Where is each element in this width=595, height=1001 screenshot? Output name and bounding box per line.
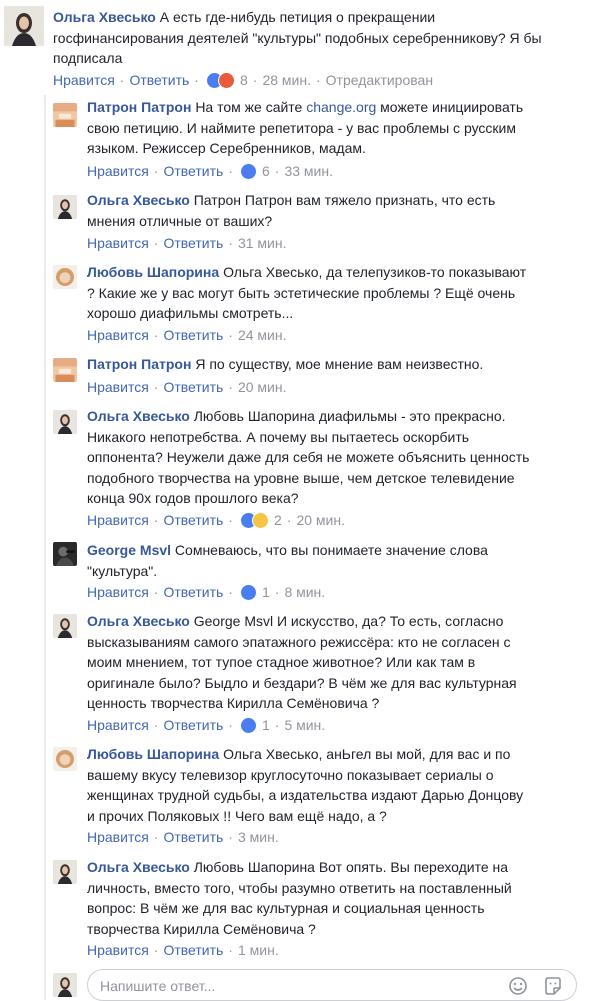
reactions[interactable]: 1 xyxy=(239,716,270,734)
emoji-icon[interactable] xyxy=(508,976,528,996)
reply-link[interactable]: Ответить xyxy=(163,717,223,733)
reply-composer[interactable] xyxy=(87,969,577,1001)
comment-text: Ольга Хвесько А есть где-нибудь петиция … xyxy=(53,9,542,66)
thread-line xyxy=(44,95,46,1000)
main-comment: Ольга Хвесько А есть где-нибудь петиция … xyxy=(0,0,595,95)
comment-author[interactable]: Любовь Шапорина xyxy=(87,746,219,762)
reply-link[interactable]: Ответить xyxy=(163,163,223,179)
timestamp[interactable]: 20 мин. xyxy=(238,379,287,395)
sticker-icon[interactable] xyxy=(543,976,563,996)
like-link[interactable]: Нравится xyxy=(87,717,149,733)
comment-actions: Нравится · Ответить · 6 · 33 мин. xyxy=(87,162,333,180)
reply-link[interactable]: Ответить xyxy=(163,942,223,958)
like-link[interactable]: Нравится xyxy=(53,72,115,88)
comment-author[interactable]: Ольга Хвесько xyxy=(87,408,190,424)
like-link[interactable]: Нравится xyxy=(87,584,149,600)
timestamp[interactable]: 8 мин. xyxy=(284,584,325,600)
reactions[interactable]: 2 xyxy=(239,511,282,529)
comment-actions: Нравится · Ответить · 31 мин. xyxy=(87,235,287,251)
reply-link[interactable]: Ответить xyxy=(163,327,223,343)
reply-link[interactable]: Ответить xyxy=(129,72,189,88)
comment-author[interactable]: George Msvl xyxy=(87,542,171,558)
avatar[interactable] xyxy=(53,860,77,884)
timestamp[interactable]: 33 мин. xyxy=(284,163,333,179)
timestamp[interactable]: 1 мин. xyxy=(238,942,279,958)
like-link[interactable]: Нравится xyxy=(87,512,149,528)
like-icon xyxy=(239,716,257,734)
like-link[interactable]: Нравится xyxy=(87,829,149,845)
timestamp[interactable]: 31 мин. xyxy=(238,235,287,251)
like-icon xyxy=(239,583,257,601)
comment-author[interactable]: Патрон Патрон xyxy=(87,99,191,115)
comment-actions: Нравится · Ответить · 1 · 5 мин. xyxy=(87,716,326,734)
comment-text: Патрон Патрон Я по существу, мое мнение … xyxy=(87,356,484,372)
haha-icon xyxy=(251,511,269,529)
like-link[interactable]: Нравится xyxy=(87,235,149,251)
reply-link[interactable]: Ответить xyxy=(163,584,223,600)
comment-text: Ольга Хвесько Любовь Шапорина диафильмы … xyxy=(87,408,530,506)
comment-author[interactable]: Ольга Хвесько xyxy=(53,9,156,25)
reactions[interactable]: 6 xyxy=(239,162,270,180)
avatar[interactable] xyxy=(53,103,77,127)
avatar[interactable] xyxy=(53,614,77,638)
avatar[interactable] xyxy=(53,265,77,289)
timestamp[interactable]: 5 мин. xyxy=(284,717,325,733)
reaction-count: 6 xyxy=(261,163,270,179)
angry-icon xyxy=(217,71,235,89)
avatar[interactable] xyxy=(53,410,77,434)
comment-author[interactable]: Ольга Хвесько xyxy=(87,192,190,208)
avatar[interactable] xyxy=(53,747,77,771)
reply-link[interactable]: Ответить xyxy=(163,235,223,251)
comment-author[interactable]: Патрон Патрон xyxy=(87,356,191,372)
reply-input[interactable] xyxy=(98,977,502,995)
reaction-count: 1 xyxy=(261,717,270,733)
comment-author[interactable]: Любовь Шапорина xyxy=(87,264,219,280)
comment-text: Любовь Шапорина Ольга Хвесько, да телепу… xyxy=(87,264,527,321)
comment-actions: Нравится · Ответить · 3 мин. xyxy=(87,829,279,845)
reaction-count: 1 xyxy=(261,584,270,600)
comment-author[interactable]: Ольга Хвесько xyxy=(87,859,190,875)
timestamp[interactable]: 24 мин. xyxy=(238,327,287,343)
reaction-count: 8 xyxy=(239,72,248,88)
avatar[interactable] xyxy=(53,195,77,219)
comment-actions: Нравится · Ответить · 20 мин. xyxy=(87,379,287,395)
comment-actions: Нравится · Ответить · 2 · 20 мин. xyxy=(87,511,345,529)
avatar[interactable] xyxy=(53,358,77,382)
comment-text: Патрон Патрон На том же сайте change.org… xyxy=(87,99,524,156)
comment-actions: Нравится · Ответить · 1 мин. xyxy=(87,942,279,958)
comment-text: Любовь Шапорина Ольга Хвесько, анЬгел вы… xyxy=(87,746,524,824)
like-link[interactable]: Нравится xyxy=(87,942,149,958)
comment-text: Ольга Хвесько Патрон Патрон вам тяжело п… xyxy=(87,192,496,229)
like-link[interactable]: Нравится xyxy=(87,379,149,395)
comment-text: Ольга Хвесько George Msvl И искусство, д… xyxy=(87,613,517,711)
comment-author[interactable]: Ольга Хвесько xyxy=(87,613,190,629)
like-icon xyxy=(239,162,257,180)
comment-actions: Нравится · Ответить · 24 мин. xyxy=(87,327,287,343)
reaction-count: 2 xyxy=(273,512,282,528)
comment-text: George Msvl Сомневаюсь, что вы понимаете… xyxy=(87,542,488,579)
comment-actions: Нравится · Ответить · 1 · 8 мин. xyxy=(87,583,326,601)
timestamp[interactable]: 20 мин. xyxy=(296,512,345,528)
reactions[interactable]: 8 xyxy=(205,71,248,89)
reply-link[interactable]: Ответить xyxy=(163,512,223,528)
comment-text: Ольга Хвесько Любовь Шапорина Вот опять.… xyxy=(87,859,512,937)
reply-link[interactable]: Ответить xyxy=(163,829,223,845)
like-link[interactable]: Нравится xyxy=(87,327,149,343)
edited-label[interactable]: Отредактирован xyxy=(326,72,433,88)
timestamp[interactable]: 28 мин. xyxy=(262,72,311,88)
comment-actions: Нравится · Ответить · 8 · 28 мин. · Отре… xyxy=(53,71,434,89)
like-link[interactable]: Нравится xyxy=(87,163,149,179)
reactions[interactable]: 1 xyxy=(239,583,270,601)
avatar[interactable] xyxy=(4,6,44,46)
composer-avatar xyxy=(53,973,77,997)
timestamp[interactable]: 3 мин. xyxy=(238,829,279,845)
avatar[interactable] xyxy=(53,542,77,566)
reply-link[interactable]: Ответить xyxy=(163,379,223,395)
change-org-link[interactable]: change.org xyxy=(306,99,376,115)
